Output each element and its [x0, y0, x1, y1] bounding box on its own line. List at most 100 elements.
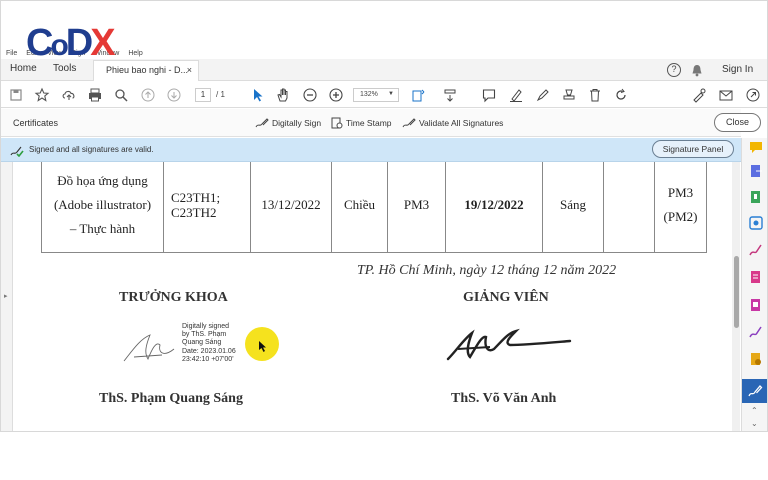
- print-icon[interactable]: [87, 87, 103, 103]
- rotate-icon[interactable]: [613, 87, 629, 103]
- classes-cell: C23TH1; C23TH2: [163, 162, 251, 253]
- logo-letter: C: [26, 22, 54, 64]
- class-line: C23TH1;: [171, 189, 221, 205]
- chevron-down-icon: ▼: [388, 91, 394, 97]
- cursor-highlight: [245, 327, 279, 361]
- valid-signature-icon: [10, 146, 24, 157]
- makeup-date-cell: 19/12/2022: [445, 162, 543, 253]
- session-cell: Chiều: [331, 162, 388, 253]
- time-stamp-button[interactable]: Time Stamp: [331, 117, 392, 129]
- document-scrollbar[interactable]: [732, 162, 740, 431]
- tab-bar: Home Tools Phieu bao nghi - D... × ? Sig…: [1, 59, 767, 81]
- menu-bar: File Edit View Sign Window Help: [1, 47, 767, 59]
- acrobat-window: File Edit View Sign Window Help Home Too…: [0, 0, 768, 432]
- menu-file[interactable]: File: [6, 50, 17, 57]
- signature-status-message: Signed and all signatures are valid.: [29, 145, 154, 154]
- certificates-label: Certificates: [13, 118, 59, 128]
- subject-line: Đồ họa ứng dụng: [57, 172, 148, 188]
- expand-left-panel-icon[interactable]: ▸: [4, 292, 8, 300]
- digital-signature-info[interactable]: Digitally signed by ThS. Phạm Quang Sáng…: [182, 323, 236, 364]
- edit-pdf-icon[interactable]: [749, 270, 763, 284]
- digital-sig-line: 23:42:10 +07'00': [182, 355, 234, 363]
- fill-sign-tool-icon[interactable]: [749, 243, 763, 257]
- digitally-sign-label: Digitally Sign: [272, 118, 322, 128]
- scroll-mode-icon[interactable]: [442, 87, 458, 103]
- right-tools-panel: ⌃ ⌄: [741, 138, 767, 431]
- close-tab-icon[interactable]: ×: [187, 65, 192, 75]
- signature-panel-button[interactable]: Signature Panel: [652, 140, 734, 158]
- stamp-icon[interactable]: [561, 87, 577, 103]
- validate-signatures-button[interactable]: Validate All Signatures: [402, 117, 503, 129]
- lecturer-signature-image: [446, 328, 572, 361]
- upload-cloud-icon[interactable]: [61, 87, 77, 103]
- bookmark-star-icon[interactable]: [34, 87, 50, 103]
- zoom-in-icon[interactable]: [328, 87, 344, 103]
- zoom-select[interactable]: 132% ▼: [353, 88, 399, 102]
- menu-help[interactable]: Help: [128, 50, 142, 57]
- digital-sig-line: Date: 2023.01.06: [182, 347, 236, 355]
- previous-page-icon[interactable]: [140, 87, 156, 103]
- table-row: Đồ họa ứng dụng (Adobe illustrator) – Th…: [41, 162, 707, 253]
- time-stamp-icon: [331, 117, 343, 129]
- subject-cell: Đồ họa ứng dụng (Adobe illustrator) – Th…: [41, 162, 164, 253]
- share-link-icon[interactable]: [745, 87, 761, 103]
- document-tab-title: Phieu bao nghi - D...: [106, 65, 189, 75]
- save-icon[interactable]: [8, 87, 24, 103]
- dean-signature-image[interactable]: [120, 327, 180, 367]
- makeup-room-cell: PM3 (PM2): [654, 162, 707, 253]
- email-icon[interactable]: [718, 87, 734, 103]
- close-certificates-button[interactable]: Close: [714, 113, 761, 132]
- help-icon[interactable]: ?: [667, 63, 681, 77]
- panel-scroll-up-icon[interactable]: ⌃: [751, 406, 758, 415]
- request-signature-icon[interactable]: [749, 325, 763, 339]
- digital-sig-line: by ThS. Phạm: [182, 331, 227, 339]
- validate-pen-icon: [402, 118, 416, 128]
- left-panel-toggle[interactable]: ▸: [1, 162, 13, 431]
- lecturer-name: ThS. Võ Văn Anh: [451, 391, 557, 406]
- zoom-out-icon[interactable]: [302, 87, 318, 103]
- certificates-tool-active[interactable]: [742, 379, 767, 403]
- room-line: (PM2): [663, 208, 698, 224]
- scan-ocr-icon[interactable]: [749, 216, 763, 230]
- comment-icon[interactable]: [481, 87, 497, 103]
- panel-scroll-down-icon[interactable]: ⌄: [751, 419, 758, 428]
- subject-line: – Thực hành: [69, 220, 136, 236]
- create-pdf-icon[interactable]: [749, 298, 763, 312]
- certificates-toolbar: Certificates Digitally Sign Time Stamp V…: [1, 109, 761, 137]
- fill-sign-icon[interactable]: [691, 87, 707, 103]
- page-fit-icon[interactable]: [410, 87, 426, 103]
- digital-sig-line: Digitally signed: [182, 323, 230, 330]
- next-page-icon[interactable]: [166, 87, 182, 103]
- protect-icon[interactable]: [749, 352, 763, 366]
- room-cell: PM3: [387, 162, 446, 253]
- zoom-value: 132%: [360, 91, 378, 98]
- certificate-pen-icon: [748, 385, 763, 397]
- digitally-sign-button[interactable]: Digitally Sign: [255, 117, 321, 129]
- hand-tool-icon[interactable]: [275, 87, 291, 103]
- page-number-input[interactable]: 1: [195, 88, 211, 102]
- select-cursor-icon[interactable]: [250, 87, 266, 103]
- find-search-icon[interactable]: [113, 87, 129, 103]
- dean-title: TRƯỞNG KHOA: [119, 290, 228, 305]
- page-total: / 1: [216, 90, 225, 99]
- highlight-pen-icon[interactable]: [508, 87, 524, 103]
- export-pdf-icon[interactable]: [749, 164, 763, 178]
- document-page: Đồ họa ứng dụng (Adobe illustrator) – Th…: [14, 162, 732, 431]
- draw-pen-icon[interactable]: [535, 87, 551, 103]
- comment-tool-icon[interactable]: [749, 140, 763, 154]
- pen-sign-icon: [255, 118, 269, 128]
- class-line: C23TH2: [171, 204, 217, 220]
- validate-all-label: Validate All Signatures: [419, 118, 504, 128]
- dean-name: ThS. Phạm Quang Sáng: [99, 391, 243, 406]
- notification-bell-icon[interactable]: [691, 64, 703, 77]
- sign-in-link[interactable]: Sign In: [722, 64, 753, 75]
- scrollbar-thumb[interactable]: [733, 256, 739, 328]
- empty-cell: [603, 162, 655, 253]
- tab-tools[interactable]: Tools: [53, 63, 76, 74]
- codx-logo: CoDX: [26, 22, 116, 64]
- mouse-pointer-icon: [259, 341, 266, 352]
- delete-trash-icon[interactable]: [587, 87, 603, 103]
- organize-pages-icon[interactable]: [749, 190, 763, 204]
- digital-sig-line: Quang Sáng: [182, 339, 222, 347]
- tab-home[interactable]: Home: [10, 63, 37, 74]
